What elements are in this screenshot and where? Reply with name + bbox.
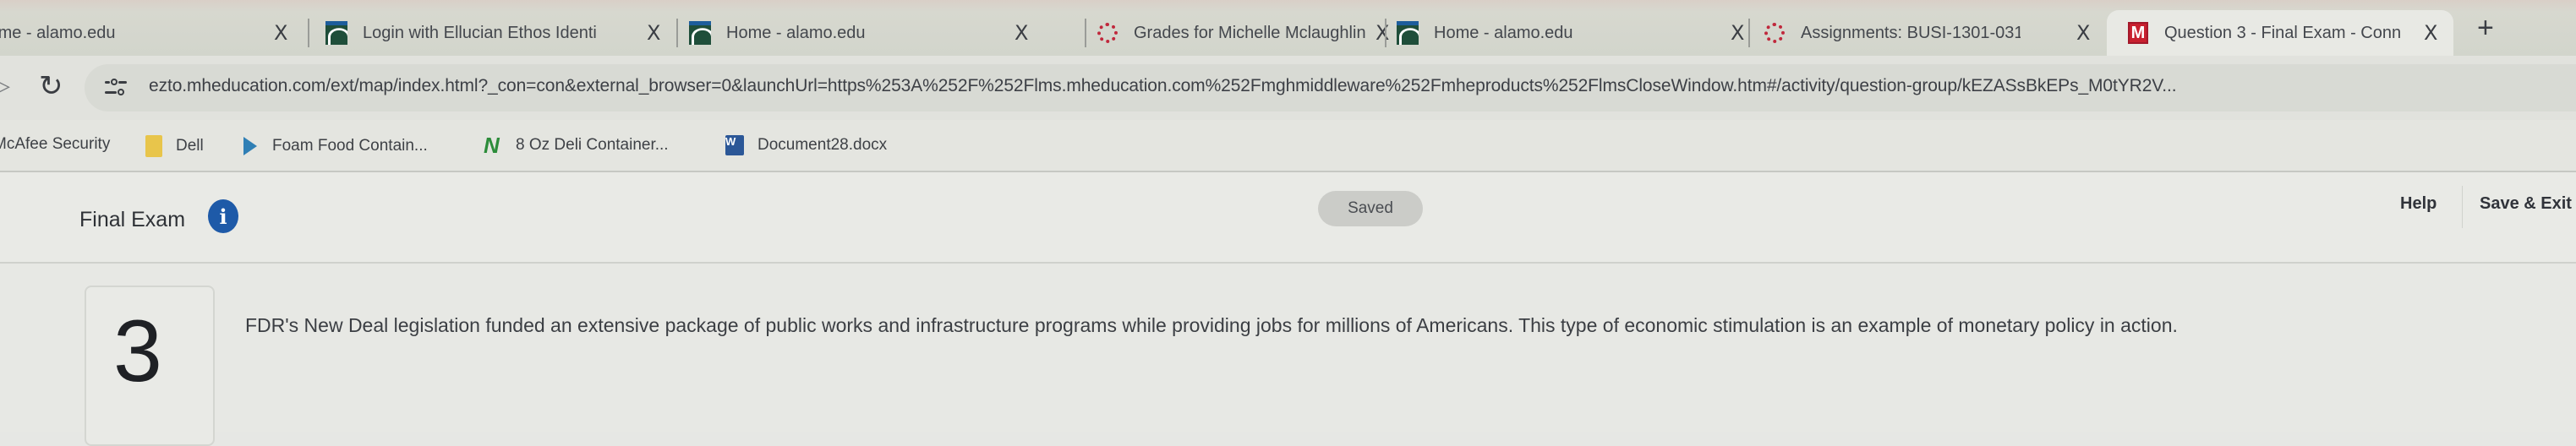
tab-close-icon[interactable]: X bbox=[647, 21, 660, 45]
question-number: 3 bbox=[113, 302, 162, 400]
folder-icon bbox=[145, 135, 162, 157]
bookmark-document28[interactable]: W Document28.docx bbox=[725, 135, 887, 155]
mcgraw-hill-icon: M bbox=[2127, 22, 2149, 44]
question-text: FDR's New Deal legislation funded an ext… bbox=[245, 314, 2178, 336]
bookmark-label: Document28.docx bbox=[757, 136, 888, 154]
bookmark-label: McAfee Security bbox=[0, 135, 111, 153]
browser-tab[interactable]: Home - alamo.edu X bbox=[1397, 10, 1760, 56]
canvas-icon bbox=[1764, 22, 1786, 44]
bookmarks-bar: McAfee Security Dell Foam Food Contain..… bbox=[0, 120, 2576, 172]
tab-title: Home - alamo.edu bbox=[0, 23, 116, 42]
tab-title: Grades for Michelle Mclaughlin bbox=[1134, 23, 1366, 42]
tab-close-icon[interactable]: X bbox=[2424, 21, 2437, 45]
bookmark-mcafee[interactable]: McAfee Security bbox=[0, 135, 110, 154]
site-info-icon[interactable] bbox=[105, 79, 127, 97]
foam-site-icon bbox=[242, 135, 259, 157]
tab-close-icon[interactable]: X bbox=[1376, 21, 1389, 45]
info-icon[interactable]: i bbox=[208, 199, 238, 233]
browser-tab[interactable]: Assignments: BUSI-1301-031 X bbox=[1764, 10, 2102, 56]
browser-tab[interactable]: Grades for Michelle Mclaughlin X bbox=[1097, 10, 1409, 56]
browser-tab[interactable]: Home - alamo.edu X bbox=[689, 10, 1061, 56]
ellucian-icon bbox=[689, 21, 711, 45]
tab-title: Home - alamo.edu bbox=[726, 23, 866, 42]
word-doc-icon: W bbox=[725, 135, 744, 155]
reload-icon[interactable]: ↻ bbox=[39, 69, 63, 103]
browser-tab-active[interactable]: M Question 3 - Final Exam - Conn X bbox=[2107, 10, 2453, 56]
ellucian-icon bbox=[1397, 21, 1419, 45]
bookmark-dell-folder[interactable]: Dell bbox=[145, 135, 204, 157]
header-divider bbox=[2462, 186, 2463, 228]
tab-separator bbox=[676, 19, 678, 47]
tab-close-icon[interactable]: X bbox=[1015, 21, 1028, 45]
tab-title: Question 3 - Final Exam - Conn bbox=[2164, 23, 2401, 42]
tab-separator bbox=[1748, 19, 1750, 47]
question-area: 3 FDR's New Deal legislation funded an e… bbox=[0, 264, 2576, 446]
save-exit-button[interactable]: Save & Exit bbox=[2480, 194, 2572, 214]
tab-title: Home - alamo.edu bbox=[1434, 23, 1573, 42]
browser-tab[interactable]: Login with Ellucian Ethos Identi X bbox=[325, 10, 672, 56]
deli-site-icon: N bbox=[484, 133, 500, 158]
url-text[interactable]: ezto.mheducation.com/ext/map/index.html?… bbox=[149, 76, 2177, 96]
tab-separator bbox=[1385, 19, 1386, 47]
bookmark-foam-food[interactable]: Foam Food Contain... bbox=[242, 135, 428, 157]
ellucian-icon bbox=[325, 21, 347, 45]
tab-separator bbox=[1085, 19, 1086, 47]
browser-tab[interactable]: Home - alamo.edu X bbox=[0, 10, 306, 56]
tab-separator bbox=[308, 19, 309, 47]
forward-arrow-icon[interactable]: ▷ bbox=[0, 73, 10, 99]
tab-close-icon[interactable]: X bbox=[274, 21, 287, 45]
bookmark-label: Dell bbox=[176, 137, 204, 155]
bookmark-label: Foam Food Contain... bbox=[272, 137, 428, 155]
saved-status-badge: Saved bbox=[1318, 191, 1423, 226]
tab-close-icon[interactable]: X bbox=[1731, 21, 1744, 45]
new-tab-button[interactable]: + bbox=[2477, 12, 2494, 45]
help-button[interactable]: Help bbox=[2400, 194, 2437, 214]
canvas-icon bbox=[1097, 22, 1118, 44]
tab-title: Assignments: BUSI-1301-031 bbox=[1801, 23, 2021, 42]
bookmark-deli-container[interactable]: N 8 Oz Deli Container... bbox=[484, 133, 669, 158]
browser-toolbar: ▷ ↻ ezto.mheducation.com/ext/map/index.h… bbox=[0, 56, 2576, 120]
tab-title: Login with Ellucian Ethos Identi bbox=[363, 23, 597, 42]
bookmark-label: 8 Oz Deli Container... bbox=[516, 136, 669, 154]
exam-header: Final Exam i Saved Help Save & Exit bbox=[0, 172, 2576, 264]
tab-close-icon[interactable]: X bbox=[2076, 21, 2090, 45]
browser-tab-strip: Home - alamo.edu X Login with Ellucian E… bbox=[0, 0, 2576, 56]
exam-title: Final Exam bbox=[79, 208, 186, 231]
